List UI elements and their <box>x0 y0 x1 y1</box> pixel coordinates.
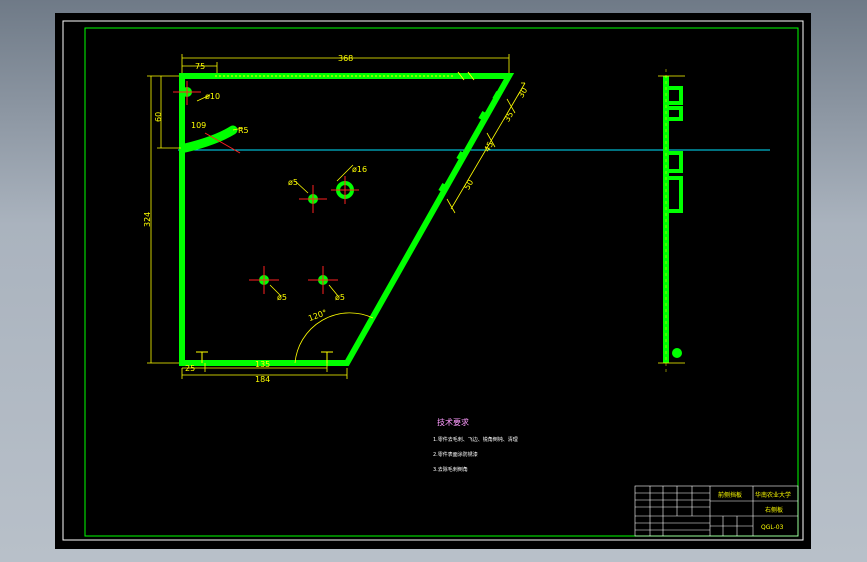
note-2: 2.零件表面涂防锈漆 <box>433 451 478 458</box>
dim-hole-5a: ø5 <box>288 178 298 187</box>
dim-30: 30 <box>516 86 529 99</box>
sheet-border <box>62 20 804 541</box>
dim-r5: R5 <box>238 126 249 135</box>
cad-drawing: 368 75 ø10 R5 109 60 324 25 135 184 ø16 … <box>62 20 804 541</box>
dim-hole-5b: ø5 <box>277 293 287 302</box>
dim-324: 324 <box>143 212 152 227</box>
dim-25: 25 <box>185 364 195 373</box>
dim-60: 60 <box>154 112 163 122</box>
dim-184: 184 <box>255 375 270 384</box>
dim-35: 35 <box>502 110 515 123</box>
dim-120: 120° <box>307 308 328 323</box>
dim-hole-16: ø16 <box>352 165 367 174</box>
dimension-texts: 368 75 ø10 R5 109 60 324 25 135 184 ø16 … <box>143 54 529 384</box>
dim-50: 50 <box>462 178 475 191</box>
dim-45: 45 <box>482 140 495 153</box>
tb-part-name: 前侧挡板 <box>718 491 742 499</box>
technical-notes: 技术要求 1.零件去毛刺、飞边、锐角倒钝、清理 2.零件表面涂防锈漆 3.去除毛… <box>433 417 518 473</box>
notes-heading: 技术要求 <box>437 417 469 427</box>
tb-drawing-title: 右侧板 <box>765 506 783 514</box>
tb-drawing-no: QGL-03 <box>761 524 784 531</box>
dim-75: 75 <box>195 62 205 71</box>
drawing-frame <box>84 27 799 537</box>
dim-hole-top: ø10 <box>205 92 220 101</box>
tb-school: 华南农业大学 <box>755 491 791 499</box>
plate-outline <box>179 73 515 366</box>
drawing-sheet: 368 75 ø10 R5 109 60 324 25 135 184 ø16 … <box>55 13 811 549</box>
centerlines <box>173 81 359 294</box>
dim-368: 368 <box>338 54 353 63</box>
side-view <box>658 69 685 373</box>
dim-109: 109 <box>191 121 206 130</box>
dimension-lines <box>147 54 526 379</box>
dim-135: 135 <box>255 360 270 369</box>
note-1: 1.零件去毛刺、飞边、锐角倒钝、清理 <box>433 436 518 443</box>
title-block-text: 前侧挡板 华南农业大学 右侧板 QGL-03 <box>718 491 791 531</box>
note-3: 3.去除毛刺倒角 <box>433 466 468 473</box>
dim-hole-5c: ø5 <box>335 293 345 302</box>
